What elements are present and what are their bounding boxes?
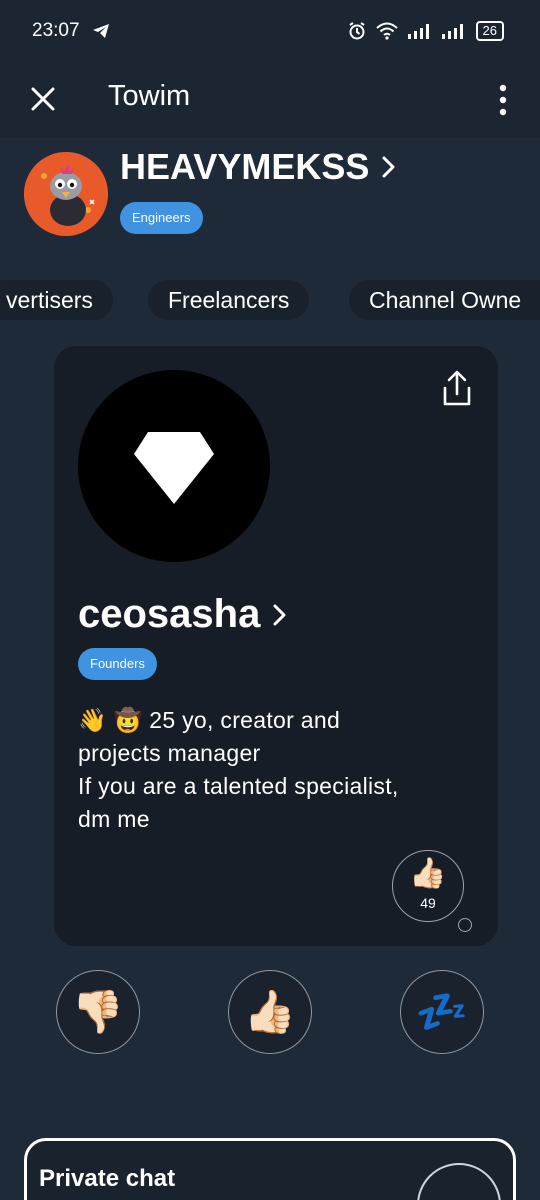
private-chat-card[interactable]: Private chat — [24, 1138, 516, 1200]
dislike-button[interactable]: 👎🏻 — [56, 970, 140, 1054]
user-name: HEAVYMEKSS — [120, 146, 370, 187]
thumbs-down-icon: 👎🏻 — [71, 987, 125, 1035]
profile-bio: 👋 🤠 25 yo, creator and projects manager … — [78, 707, 399, 832]
app-title: Towim — [108, 80, 191, 112]
category-pill-freelancers[interactable]: Freelancers — [148, 280, 310, 320]
category-pill-channel-owners[interactable]: Channel Owne — [349, 280, 540, 320]
private-chat-label: Private chat — [39, 1165, 176, 1192]
app-bar: Towim — [0, 62, 540, 138]
profile-name-link[interactable]: ceosasha — [78, 592, 288, 637]
bubble-tail — [458, 918, 472, 932]
wifi-icon — [375, 22, 398, 40]
status-bar: 23:07 26 — [0, 0, 540, 62]
diamond-icon — [134, 432, 214, 504]
zzz-icon: 💤 — [415, 987, 469, 1035]
signal-icon — [407, 24, 429, 39]
user-avatar[interactable] — [24, 152, 108, 236]
status-time: 23:07 — [32, 20, 80, 41]
likes-bubble: 👍🏻 49 — [392, 850, 464, 922]
likes-count: 49 — [420, 895, 436, 911]
more-vertical-icon[interactable] — [488, 80, 518, 120]
battery-icon: 26 — [475, 21, 504, 41]
chevron-right-icon — [382, 156, 395, 178]
profile-card: ceosasha Founders 👋 🤠 25 yo, creator and… — [54, 346, 498, 946]
thumbs-up-icon: 👍🏻 — [409, 857, 447, 890]
lock-icon — [417, 1163, 501, 1200]
telegram-icon — [92, 24, 109, 38]
user-role-badge: Engineers — [120, 202, 203, 234]
like-button[interactable]: 👍🏻 — [228, 970, 312, 1054]
profile-logo — [78, 370, 270, 562]
profile-role-badge: Founders — [78, 648, 157, 680]
bird-avatar-icon — [24, 152, 108, 236]
signal-icon — [441, 24, 463, 39]
share-icon[interactable] — [440, 370, 474, 408]
thumbs-up-icon: 👍🏻 — [243, 987, 297, 1035]
alarm-icon — [348, 22, 365, 40]
chevron-right-icon — [273, 604, 286, 625]
profile-name: ceosasha — [78, 592, 261, 636]
category-pill-advertisers[interactable]: vertisers — [0, 280, 113, 320]
close-icon[interactable] — [26, 82, 60, 116]
user-name-link[interactable]: HEAVYMEKSS — [120, 146, 397, 188]
sleep-button[interactable]: 💤 — [400, 970, 484, 1054]
